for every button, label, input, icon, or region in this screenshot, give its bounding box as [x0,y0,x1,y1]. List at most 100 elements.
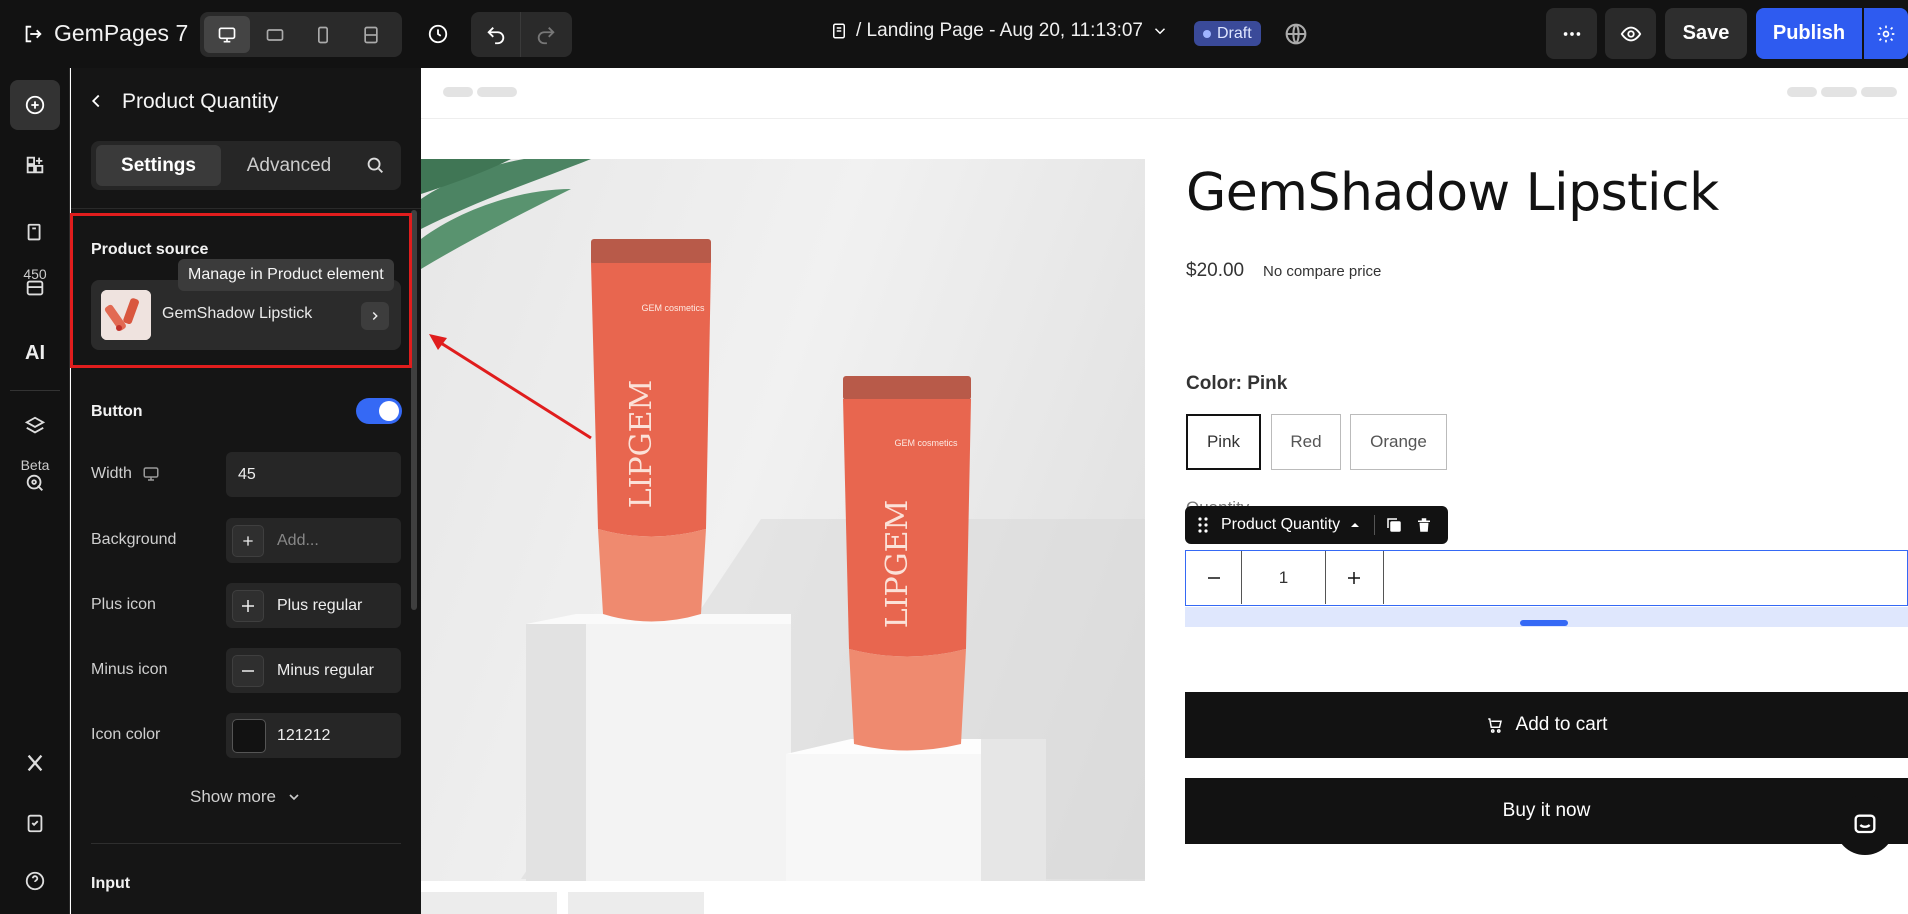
rail-divider [10,390,60,391]
drag-handle-icon[interactable] [1197,516,1209,534]
background-field[interactable]: Add... [226,518,401,563]
header-skeleton [477,87,517,97]
plus-icon [243,536,253,546]
highlight-box [70,213,412,368]
left-rail: 450 AI Beta [0,68,70,914]
clock-icon [428,24,448,44]
save-button[interactable]: Save [1665,8,1747,59]
product-title[interactable]: GemShadow Lipstick [1186,163,1719,223]
beta-feature-button[interactable] [10,463,60,503]
x-logo-icon [27,754,43,772]
increase-quantity-button[interactable] [1326,551,1382,604]
undo-button[interactable] [471,12,521,57]
show-more-button[interactable]: Show more [71,787,421,807]
quantity-stepper: 1 [1186,551,1384,604]
history-button[interactable] [418,14,458,54]
width-label-text: Width [91,465,132,482]
mobile-view-button[interactable] [300,16,346,53]
ai-label: AI [25,341,45,364]
add-to-cart-button[interactable]: Add to cart [1185,692,1908,758]
publish-button[interactable]: Publish [1756,8,1862,59]
tab-settings[interactable]: Settings [96,145,221,186]
tab-advanced[interactable]: Advanced [224,145,354,186]
trash-icon[interactable] [1415,516,1433,534]
undo-redo-group [471,12,572,57]
add-to-cart-label: Add to cart [1515,714,1608,735]
button-toggle[interactable] [356,398,402,424]
quantity-element[interactable]: 1 [1185,550,1908,606]
preview-button[interactable] [1605,8,1656,59]
cart-icon [1487,718,1502,733]
toolbar-divider [1374,515,1376,535]
tablet-landscape-button[interactable] [252,16,298,53]
plus-icon-field[interactable]: Plus regular [226,583,401,628]
publish-settings-button[interactable] [1864,8,1908,59]
help-icon [25,871,45,891]
annotation-arrow [429,334,592,440]
page-title: / Landing Page - Aug 20, 11:13:07 [856,20,1143,41]
icon-color-field[interactable]: 121212 [226,713,401,758]
add-background-button[interactable] [232,525,264,557]
logo[interactable]: GemPages 7 [22,20,188,47]
header-skeleton [1787,87,1817,97]
product-price[interactable]: $20.00 [1186,260,1244,282]
buy-now-button[interactable]: Buy it now [1185,778,1908,844]
decrease-quantity-button[interactable] [1186,551,1242,604]
chat-button[interactable] [1835,795,1895,855]
image-thumbnail[interactable] [421,892,557,914]
minus-icon [242,670,254,672]
globe-icon[interactable] [1282,20,1310,48]
width-input[interactable]: 45 [226,452,401,497]
variant-orange[interactable]: Orange [1350,414,1447,470]
exit-icon [25,25,42,42]
plus-icon-preview [232,590,264,622]
width-value: 45 [238,465,256,483]
header-skeleton [1821,87,1857,97]
redo-button[interactable] [521,12,571,57]
duplicate-icon[interactable] [1385,516,1403,534]
eye-icon [1620,26,1641,41]
product-image[interactable]: LIPGEM GEM cosmetics LIPGEM GEM cosmetic… [421,159,1145,881]
ai-button[interactable]: AI [10,328,60,378]
top-bar: GemPages 7 / Landing Page - Aug 20, 11:1… [0,0,1908,68]
section-divider [91,843,401,844]
color-label: Color: Pink [1186,373,1288,394]
icon-color-label: Icon color [91,726,161,743]
apps-button[interactable] [10,140,60,190]
search-icon[interactable] [364,154,386,176]
target-icon [26,474,43,491]
responsive-view-button[interactable] [348,16,394,53]
library-icon [26,280,44,296]
compare-price[interactable]: No compare price [1263,263,1381,280]
clipboard-check-icon [27,814,43,833]
element-toolbar[interactable]: Product Quantity [1185,506,1448,544]
shopify-x-button[interactable] [10,738,60,788]
header-skeleton [1861,87,1897,97]
more-options-button[interactable] [1546,8,1597,59]
chevron-down-icon [1154,28,1166,35]
help-button[interactable] [10,856,60,906]
checklist-button[interactable] [10,798,60,848]
quantity-input[interactable]: 1 [1242,551,1326,604]
add-element-button[interactable] [10,80,60,130]
variant-red[interactable]: Red [1271,414,1341,470]
icon-color-swatch[interactable] [232,719,266,753]
tube-text: LIPGEM [880,500,915,629]
tablet-landscape-icon [266,28,284,41]
plus-icon [1348,571,1360,584]
layers-button[interactable] [10,401,60,451]
caret-up-icon[interactable] [1350,520,1360,530]
variant-pink[interactable]: Pink [1186,414,1261,470]
page-icon [833,23,845,39]
input-section-label: Input [91,875,131,892]
header-skeleton [443,87,473,97]
desktop-view-button[interactable] [204,16,250,53]
minus-icon-field[interactable]: Minus regular [226,648,401,693]
spacing-handle[interactable] [1520,620,1568,626]
panel-divider [71,208,421,209]
back-arrow-icon[interactable] [85,90,107,112]
library-button[interactable] [10,270,60,306]
page-selector[interactable]: / Landing Page - Aug 20, 11:13:07 [830,20,1169,42]
image-thumbnail[interactable] [568,892,704,914]
layers-icon [24,416,46,434]
